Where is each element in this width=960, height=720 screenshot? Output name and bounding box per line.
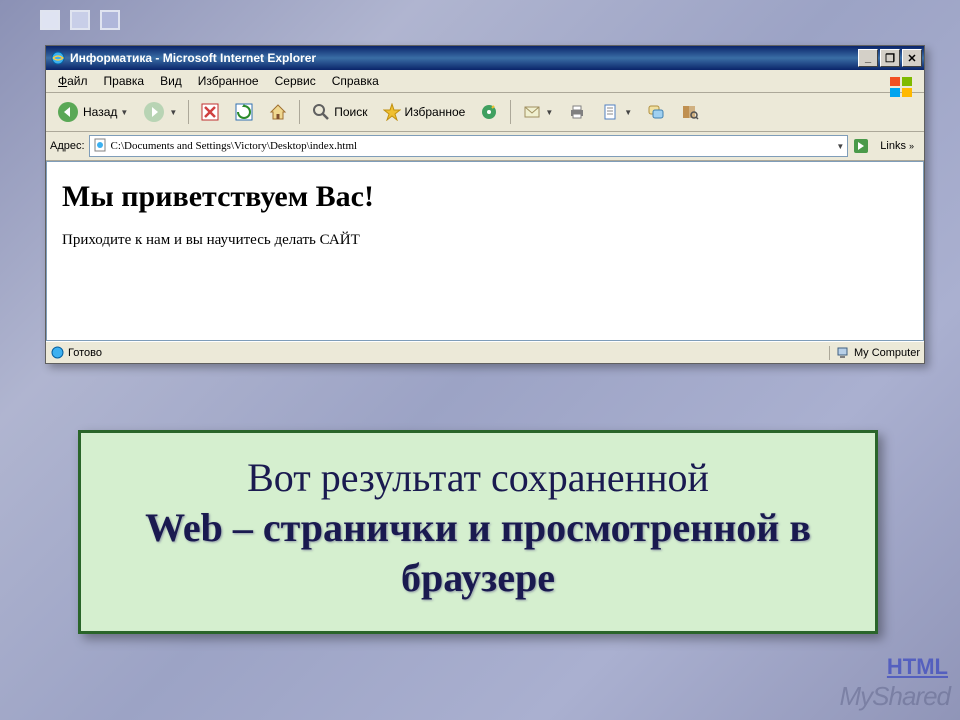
ie-window: Информатика - Microsoft Internet Explore…	[45, 45, 925, 364]
ie-logo-icon	[50, 50, 66, 66]
menu-file[interactable]: Файл	[50, 72, 96, 90]
page-content-area: Мы приветствуем Вас! Приходите к нам и в…	[46, 161, 924, 341]
address-text: C:\Documents and Settings\Victory\Deskto…	[111, 140, 833, 152]
toolbar: Назад ▼ ▼	[46, 93, 924, 132]
back-label: Назад	[83, 105, 117, 119]
decoration-square	[70, 10, 90, 30]
separator	[299, 100, 300, 124]
statusbar: Готово My Computer	[46, 341, 924, 363]
edit-icon	[601, 102, 621, 122]
refresh-button[interactable]	[228, 98, 260, 126]
media-icon	[479, 102, 499, 122]
chevron-down-icon: ▼	[169, 108, 177, 117]
links-button[interactable]: Links »	[874, 138, 920, 154]
ie-status-icon	[50, 346, 64, 360]
separator	[188, 100, 189, 124]
computer-icon	[836, 346, 850, 360]
page-paragraph: Приходите к нам и вы научитесь делать СА…	[62, 232, 908, 249]
caption-box: Вот результат сохраненной Web – страничк…	[78, 430, 878, 634]
addressbar: Адрес: C:\Documents and Settings\Victory…	[46, 132, 924, 161]
page-file-icon	[93, 138, 107, 155]
caption-line2: Web – странички и просмотренной в браузе…	[145, 505, 811, 600]
back-arrow-icon	[56, 100, 80, 124]
discuss-button[interactable]	[640, 98, 672, 126]
search-label: Поиск	[334, 105, 367, 119]
html-link[interactable]: HTML	[887, 654, 948, 680]
close-button[interactable]: ✕	[902, 49, 922, 67]
minimize-button[interactable]: _	[858, 49, 878, 67]
stop-button[interactable]	[194, 98, 226, 126]
links-label: Links	[880, 140, 906, 152]
back-button[interactable]: Назад ▼	[50, 96, 134, 128]
stop-icon	[200, 102, 220, 122]
address-input[interactable]: C:\Documents and Settings\Victory\Deskto…	[89, 135, 849, 157]
chevron-down-icon: ▼	[120, 108, 128, 117]
menu-edit[interactable]: Правка	[96, 72, 153, 90]
chevron-down-icon[interactable]: ▼	[836, 142, 844, 151]
caption-line1: Вот результат сохраненной	[247, 455, 709, 500]
search-button[interactable]: Поиск	[305, 98, 373, 126]
mail-button[interactable]: ▼	[516, 98, 559, 126]
titlebar: Информатика - Microsoft Internet Explore…	[46, 46, 924, 70]
chevron-down-icon: ▼	[545, 108, 553, 117]
chevron-down-icon: ▼	[624, 108, 632, 117]
watermark: MyShared	[840, 681, 951, 712]
star-icon	[382, 102, 402, 122]
menu-tools[interactable]: Сервис	[267, 72, 324, 90]
address-label: Адрес:	[50, 140, 85, 152]
menu-view[interactable]: Вид	[152, 72, 190, 90]
mail-icon	[522, 102, 542, 122]
search-icon	[311, 102, 331, 122]
decoration-square	[40, 10, 60, 30]
discuss-icon	[646, 102, 666, 122]
media-button[interactable]	[473, 98, 505, 126]
zone-text: My Computer	[854, 347, 920, 359]
menubar: Файл Правка Вид Избранное Сервис Справка	[46, 70, 924, 93]
print-icon	[567, 102, 587, 122]
research-icon	[680, 102, 700, 122]
page-heading: Мы приветствуем Вас!	[62, 180, 908, 214]
caption-text: Вот результат сохраненной Web – страничк…	[107, 453, 849, 603]
status-text: Готово	[68, 347, 102, 359]
refresh-icon	[234, 102, 254, 122]
favorites-label: Избранное	[405, 105, 466, 119]
window-title: Информатика - Microsoft Internet Explore…	[70, 51, 858, 65]
favorites-button[interactable]: Избранное	[376, 98, 472, 126]
menu-help[interactable]: Справка	[324, 72, 387, 90]
home-icon	[268, 102, 288, 122]
home-button[interactable]	[262, 98, 294, 126]
edit-button[interactable]: ▼	[595, 98, 638, 126]
chevron-right-icon: »	[909, 141, 914, 151]
windows-flag-icon	[884, 72, 920, 104]
decoration-square	[100, 10, 120, 30]
go-button[interactable]	[852, 137, 870, 155]
menu-favorites[interactable]: Избранное	[190, 72, 267, 90]
forward-arrow-icon	[142, 100, 166, 124]
forward-button[interactable]: ▼	[136, 96, 183, 128]
research-button[interactable]	[674, 98, 706, 126]
separator	[510, 100, 511, 124]
maximize-button[interactable]: ❐	[880, 49, 900, 67]
print-button[interactable]	[561, 98, 593, 126]
